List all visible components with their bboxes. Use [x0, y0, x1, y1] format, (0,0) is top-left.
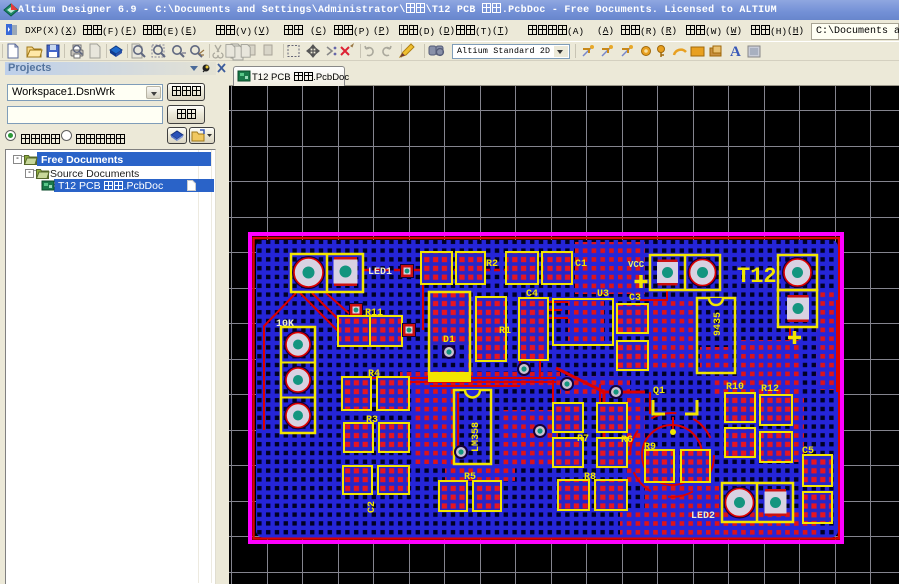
svg-text:R6: R6 — [621, 435, 633, 446]
svg-text:C4: C4 — [526, 289, 538, 300]
svg-text:T12: T12 — [737, 264, 777, 289]
svg-text:VCC: VCC — [628, 260, 645, 270]
svg-text:R4: R4 — [368, 369, 380, 380]
svg-text:R1: R1 — [499, 326, 511, 337]
svg-text:C5: C5 — [802, 446, 814, 457]
svg-text:D1: D1 — [443, 335, 455, 346]
svg-text:R2: R2 — [486, 259, 498, 270]
svg-text:R9: R9 — [644, 442, 656, 453]
svg-text:LED1: LED1 — [368, 267, 392, 278]
svg-text:U3: U3 — [597, 289, 609, 300]
svg-text:C3: C3 — [629, 293, 641, 304]
svg-text:9435: 9435 — [713, 312, 724, 336]
svg-text:R8: R8 — [584, 472, 596, 483]
svg-text:10K: 10K — [276, 319, 294, 330]
svg-text:R5: R5 — [464, 472, 476, 483]
svg-text:R3: R3 — [366, 415, 378, 426]
svg-text:LED2: LED2 — [691, 511, 715, 522]
svg-text:LM358: LM358 — [471, 422, 482, 452]
svg-text:R10: R10 — [726, 382, 744, 393]
svg-text:R7: R7 — [577, 434, 589, 445]
svg-text:C1: C1 — [575, 259, 587, 270]
svg-text:C2: C2 — [367, 501, 378, 513]
svg-text:R12: R12 — [761, 384, 779, 395]
svg-text:Q1: Q1 — [653, 386, 665, 397]
svg-text:A: A — [730, 44, 741, 60]
